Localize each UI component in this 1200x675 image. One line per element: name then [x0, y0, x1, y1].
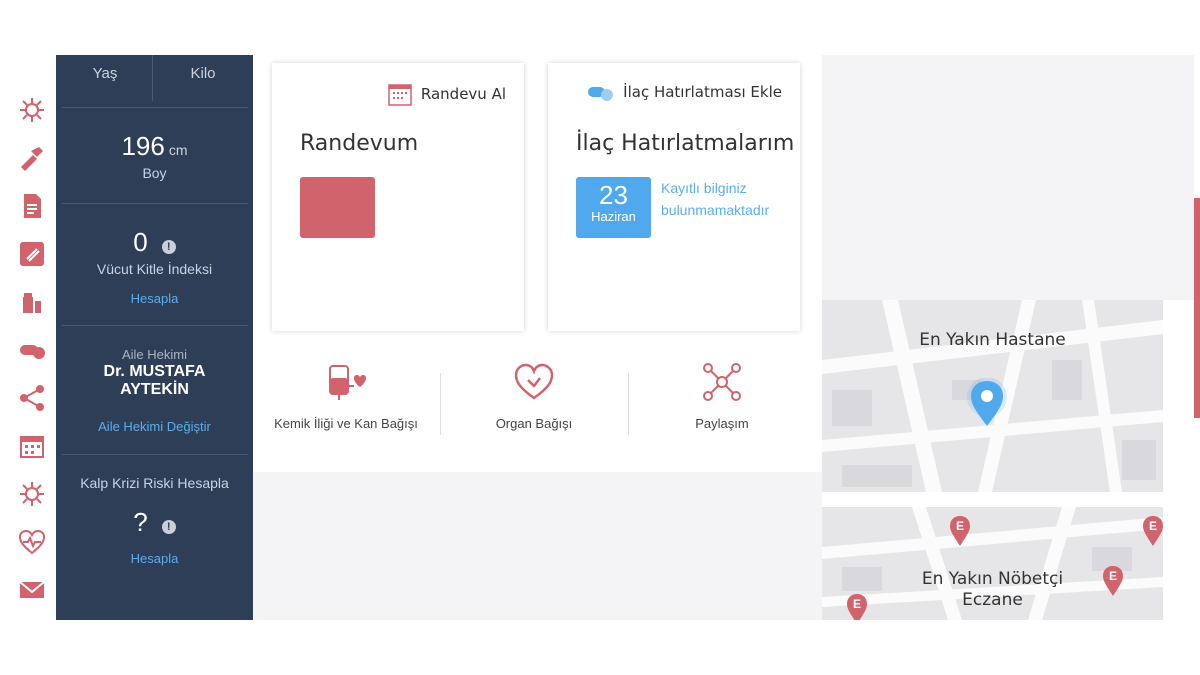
appointment-title: Randevum	[300, 131, 419, 156]
svg-text:E: E	[1149, 519, 1157, 533]
medicine-bottle-icon[interactable]	[17, 287, 47, 317]
family-doctor-label: Aile Hekimi	[121, 347, 187, 362]
pharmacy-pin-icon: E	[950, 516, 970, 546]
family-doctor-name-line1: Dr. MUSTAFA	[103, 363, 206, 380]
profile-sidebar: Yaş Kilo 196 cm Boy 0! Vücut Kitle İndeks…	[56, 55, 253, 620]
accent-bar	[1194, 198, 1200, 418]
reminder-date-day: 23	[599, 180, 628, 210]
heartbeat-icon[interactable]	[17, 527, 47, 557]
nearest-hospital-title: En Yakın Hastane	[919, 330, 1066, 350]
pill-icon[interactable]	[17, 335, 47, 365]
divider	[62, 454, 248, 455]
document-icon[interactable]	[17, 191, 47, 221]
medication-card: İlaç Hatırlatması Ekle İlaç Hatırlatmala…	[548, 63, 800, 331]
heart-risk-label: Kalp Krizi Riski Hesapla	[80, 475, 229, 491]
change-family-doctor-link[interactable]: Aile Hekimi Değiştir	[56, 419, 253, 434]
pill-icon	[588, 87, 614, 101]
add-medication-reminder-button[interactable]: İlaç Hatırlatması Ekle	[587, 81, 782, 103]
svg-text:E: E	[956, 519, 964, 533]
heart-risk-calculate-link[interactable]: Hesapla	[56, 551, 253, 566]
get-appointment-button[interactable]: Randevu Al	[387, 81, 506, 107]
no-records-message: Kayıtlı bilginiz bulunmamaktadır	[661, 180, 770, 218]
bmi-label: Vücut Kitle İndeksi	[96, 261, 213, 277]
content-background	[253, 472, 822, 620]
blood-marrow-donation-link[interactable]: Kemik İliği ve Kan Bağışı	[253, 360, 439, 431]
info-icon[interactable]: !	[161, 239, 176, 254]
age-label: Yaş	[92, 65, 118, 82]
medication-reminders-title: İlaç Hatırlatmalarım	[576, 131, 795, 156]
nearest-hospital-map[interactable]: En Yakın Hastane	[822, 300, 1163, 492]
network-icon	[703, 363, 741, 401]
bmi-calculate-link[interactable]: Hesapla	[56, 291, 253, 306]
bmi-value: 0	[133, 227, 148, 257]
bandage-icon[interactable]	[17, 143, 47, 173]
bmi-stat: 0!	[56, 227, 253, 258]
sharing-label: Paylaşım	[695, 416, 749, 431]
sharing-link[interactable]: Paylaşım	[629, 360, 815, 431]
family-doctor-name-line2: AYTEKİN	[120, 381, 189, 398]
blood-bag-icon	[329, 365, 366, 400]
height-stat: 196 cm	[56, 131, 253, 162]
main-panel: Randevu Al Randevum İlaç Hatırlatması Ek…	[253, 55, 822, 472]
right-panel	[822, 55, 1194, 300]
calendar-icon[interactable]	[17, 431, 47, 461]
organ-donation-link[interactable]: Organ Bağışı	[441, 360, 627, 431]
virus-icon[interactable]	[17, 95, 47, 125]
add-medication-reminder-label: İlaç Hatırlatması Ekle	[623, 83, 782, 101]
weight-label: Kilo	[190, 65, 216, 82]
mail-icon[interactable]	[17, 575, 47, 605]
nearest-pharmacy-map[interactable]: E E E E En Yakın Nöbetçi Eczane	[822, 507, 1163, 620]
organ-heart-icon	[514, 363, 554, 400]
get-appointment-label: Randevu Al	[420, 85, 506, 103]
divider	[62, 107, 248, 108]
divider	[152, 55, 153, 101]
appointment-card: Randevu Al Randevum	[272, 63, 524, 331]
height-unit: cm	[168, 142, 188, 158]
divider	[62, 325, 248, 326]
divider	[62, 203, 248, 204]
blood-marrow-donation-label: Kemik İliği ve Kan Bağışı	[274, 416, 418, 431]
height-value: 196	[121, 131, 165, 161]
height-label: Boy	[142, 165, 167, 181]
heart-risk-stat: ?!	[56, 507, 253, 538]
calendar-icon	[388, 84, 412, 106]
location-pin-icon	[967, 378, 1007, 426]
top-stats: Yaş Kilo	[56, 55, 253, 101]
clip-icon[interactable]	[17, 239, 47, 269]
info-icon[interactable]: !	[161, 519, 176, 534]
reminder-date-month: Haziran	[591, 209, 636, 224]
nearest-pharmacy-title: En Yakın Nöbetçi Eczane	[921, 569, 1064, 610]
virus-icon[interactable]	[17, 479, 47, 509]
organ-donation-label: Organ Bağışı	[495, 416, 573, 431]
heart-risk-value: ?	[133, 507, 148, 537]
pharmacy-pin-icon: E	[1143, 516, 1163, 546]
reminder-date-badge[interactable]: 23 Haziran	[576, 177, 651, 238]
share-icon[interactable]	[17, 383, 47, 413]
appointment-tile[interactable]	[300, 177, 375, 238]
icon-rail	[0, 55, 56, 620]
